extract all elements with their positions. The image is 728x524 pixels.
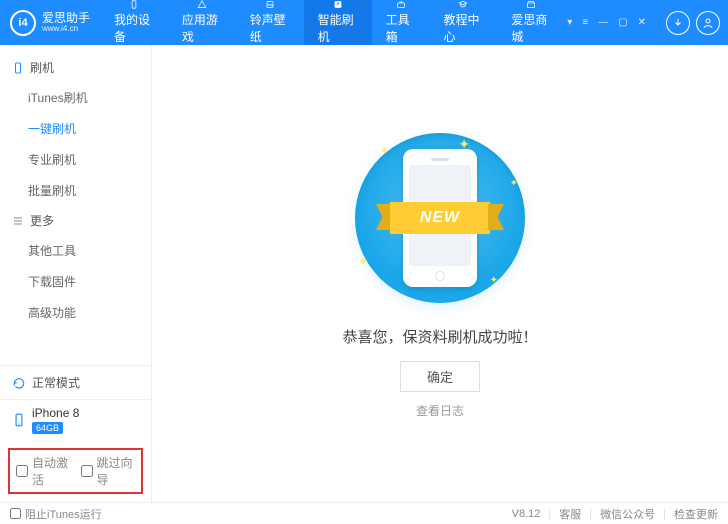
status-bar: 阻止iTunes运行 V8.12 | 客服 | 微信公众号 | 检查更新 — [0, 502, 728, 524]
new-ribbon: NEW — [370, 198, 510, 238]
checkbox-label: 跳过向导 — [97, 454, 136, 488]
checkbox-label: 自动激活 — [32, 454, 71, 488]
window-settings-icon[interactable]: ≡ — [580, 17, 590, 28]
apps-icon — [194, 0, 210, 9]
section-title: 更多 — [30, 212, 54, 229]
skip-wizard-checkbox[interactable]: 跳过向导 — [81, 454, 136, 488]
sidebar-item-itunes-flash[interactable]: iTunes刷机 — [28, 82, 151, 113]
tab-mall[interactable]: 爱思商城 — [497, 0, 565, 45]
device-row[interactable]: iPhone 8 64GB — [0, 400, 151, 440]
header-tabs: 我的设备 应用游戏 铃声壁纸 智能刷机 工具箱 教程中心 爱思商城 — [100, 0, 565, 45]
tab-label: 爱思商城 — [511, 11, 551, 45]
confirm-button[interactable]: 确定 — [400, 361, 480, 392]
checkbox-label: 阻止iTunes运行 — [25, 506, 102, 522]
sparkle-icon: ✦ — [510, 178, 518, 189]
tab-toolbox[interactable]: 工具箱 — [372, 0, 430, 45]
logo-subtitle: www.i4.cn — [42, 25, 90, 34]
phone-icon — [126, 0, 142, 9]
logo-title: 爱思助手 — [42, 11, 90, 25]
flash-icon — [330, 0, 346, 9]
block-itunes-checkbox[interactable]: 阻止iTunes运行 — [10, 506, 102, 522]
sidebar-section-more[interactable]: 更多 — [0, 206, 151, 235]
tab-label: 我的设备 — [114, 11, 154, 45]
highlighted-options: 自动激活 跳过向导 — [8, 448, 143, 494]
content-pane: ✦ ✦ ✦ ✦ ✦ NEW 恭喜您，保资料刷机成功啦！ 确定 查看日志 — [152, 45, 728, 502]
sidebar-item-pro-flash[interactable]: 专业刷机 — [28, 144, 151, 175]
sidebar-item-batch-flash[interactable]: 批量刷机 — [28, 175, 151, 206]
sidebar: 刷机 iTunes刷机 一键刷机 专业刷机 批量刷机 更多 其他工具 下载固件 … — [0, 45, 152, 502]
tab-apps[interactable]: 应用游戏 — [168, 0, 236, 45]
checkbox-input[interactable] — [16, 465, 28, 477]
device-storage-badge: 64GB — [32, 422, 63, 434]
tab-tutorial[interactable]: 教程中心 — [429, 0, 497, 45]
tab-label: 应用游戏 — [182, 11, 222, 45]
download-button[interactable] — [666, 11, 690, 35]
sidebar-section-flash[interactable]: 刷机 — [0, 53, 151, 82]
window-maximize-icon[interactable]: ▢ — [616, 17, 629, 28]
mall-icon — [523, 0, 539, 9]
user-icon — [702, 17, 714, 29]
download-icon — [672, 17, 684, 29]
tutorial-icon — [455, 0, 471, 9]
list-icon — [12, 215, 24, 227]
window-menu-icon[interactable]: ▾ — [565, 17, 574, 28]
wechat-link[interactable]: 微信公众号 — [600, 506, 655, 522]
sidebar-item-advanced[interactable]: 高级功能 — [28, 297, 151, 328]
tab-label: 教程中心 — [443, 11, 483, 45]
refresh-icon — [12, 376, 26, 390]
view-log-link[interactable]: 查看日志 — [416, 402, 464, 419]
sidebar-item-download-firmware[interactable]: 下载固件 — [28, 266, 151, 297]
window-minimize-icon[interactable]: — — [596, 17, 610, 28]
device-icon — [12, 413, 26, 427]
sidebar-item-other-tools[interactable]: 其他工具 — [28, 235, 151, 266]
ribbon-text: NEW — [390, 202, 490, 234]
sidebar-item-oneclick-flash[interactable]: 一键刷机 — [28, 113, 151, 144]
toolbox-icon — [393, 0, 409, 9]
user-button[interactable] — [696, 11, 720, 35]
sparkle-icon: ✦ — [490, 275, 498, 286]
tab-label: 铃声壁纸 — [250, 11, 290, 45]
success-illustration: ✦ ✦ ✦ ✦ ✦ NEW — [340, 128, 540, 308]
device-name: iPhone 8 — [32, 406, 79, 420]
app-header: i4 爱思助手 www.i4.cn 我的设备 应用游戏 铃声壁纸 智能刷机 工具… — [0, 0, 728, 45]
mode-label: 正常模式 — [32, 374, 80, 391]
window-close-icon[interactable]: ✕ — [636, 17, 648, 28]
logo: i4 爱思助手 www.i4.cn — [0, 10, 100, 36]
auto-activate-checkbox[interactable]: 自动激活 — [16, 454, 71, 488]
checkbox-input[interactable] — [10, 508, 21, 519]
tab-label: 工具箱 — [386, 11, 416, 45]
wallpaper-icon — [262, 0, 278, 9]
sparkle-icon: ✦ — [358, 254, 368, 268]
tab-ringtone[interactable]: 铃声壁纸 — [236, 0, 304, 45]
tab-device[interactable]: 我的设备 — [100, 0, 168, 45]
sparkle-icon: ✦ — [380, 146, 388, 157]
header-controls: ▾ ≡ — ▢ ✕ — [565, 11, 728, 35]
tab-label: 智能刷机 — [318, 11, 358, 45]
logo-icon: i4 — [10, 10, 36, 36]
checkbox-input[interactable] — [81, 465, 93, 477]
support-link[interactable]: 客服 — [559, 506, 581, 522]
update-link[interactable]: 检查更新 — [674, 506, 718, 522]
sidebar-footer: 正常模式 iPhone 8 64GB 自动激活 跳过向导 — [0, 365, 151, 502]
section-title: 刷机 — [30, 59, 54, 76]
tab-flash[interactable]: 智能刷机 — [304, 0, 372, 45]
device-mode-row[interactable]: 正常模式 — [0, 366, 151, 400]
main-body: 刷机 iTunes刷机 一键刷机 专业刷机 批量刷机 更多 其他工具 下载固件 … — [0, 45, 728, 502]
success-message: 恭喜您，保资料刷机成功啦！ — [342, 326, 537, 347]
phone-outline-icon — [12, 62, 24, 74]
version-label: V8.12 — [512, 508, 541, 520]
